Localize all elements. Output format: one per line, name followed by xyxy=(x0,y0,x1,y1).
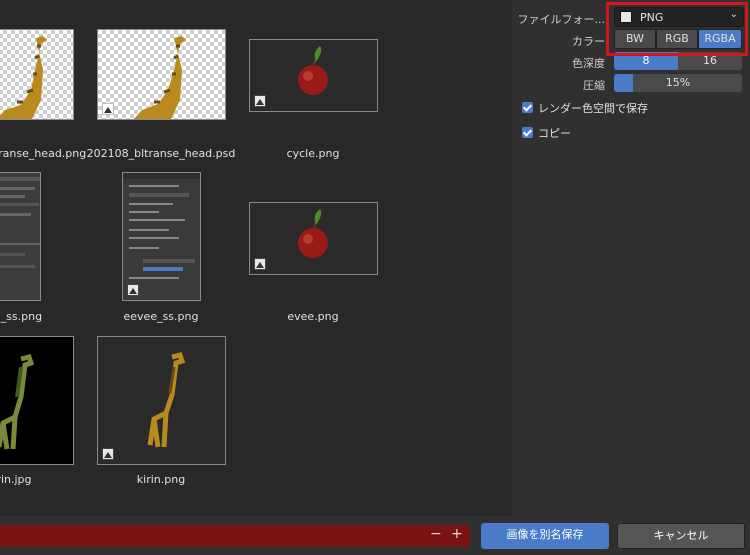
render-colorspace-checkbox[interactable] xyxy=(522,102,533,113)
image-type-icon xyxy=(102,448,114,460)
compression-value: 15% xyxy=(665,76,691,89)
file-thumbnail[interactable] xyxy=(97,336,226,465)
file-thumbnail[interactable] xyxy=(0,336,74,465)
depth-label: 色深度 xyxy=(572,57,605,70)
file-thumbnail[interactable] xyxy=(0,29,74,120)
save-as-button[interactable]: 画像を別名保存 xyxy=(481,523,609,549)
copy-checkbox[interactable] xyxy=(522,127,533,138)
file-thumbnail[interactable] xyxy=(249,202,378,275)
file-thumbnail[interactable] xyxy=(249,39,378,112)
image-type-icon xyxy=(127,284,139,296)
compression-slider[interactable]: 15% xyxy=(614,74,742,92)
file-thumbnail[interactable] xyxy=(0,172,41,301)
file-name[interactable]: kirin.png xyxy=(81,473,241,486)
file-name[interactable]: evee.png xyxy=(233,310,393,323)
color-label: カラー xyxy=(572,35,605,48)
filename-field[interactable] xyxy=(0,525,470,547)
file-name[interactable]: rin.jpg xyxy=(0,473,94,486)
file-name[interactable]: cycle.png xyxy=(233,147,393,160)
image-type-icon xyxy=(254,258,266,270)
cancel-button[interactable]: キャンセル xyxy=(617,523,745,549)
copy-label[interactable]: コピー xyxy=(538,125,571,141)
render-colorspace-label[interactable]: レンダー色空間で保存 xyxy=(538,100,648,116)
image-type-icon xyxy=(254,95,266,107)
file-name[interactable]: eevee_ss.png xyxy=(81,310,241,323)
file-thumbnail[interactable] xyxy=(122,172,201,301)
file-format-label: ファイルフォー... xyxy=(517,13,606,26)
decrement-button[interactable]: − xyxy=(430,526,442,542)
compression-fill xyxy=(614,74,634,92)
increment-button[interactable]: + xyxy=(451,526,463,542)
file-thumbnail[interactable] xyxy=(97,29,226,120)
image-type-icon xyxy=(102,103,114,115)
compression-label: 圧縮 xyxy=(583,79,605,92)
file-name[interactable]: 202108_bltranse_head.psd xyxy=(81,147,241,160)
highlight-box xyxy=(606,2,748,56)
file-browser: bltranse_head.png 202108_bltranse_head.p… xyxy=(0,0,512,516)
